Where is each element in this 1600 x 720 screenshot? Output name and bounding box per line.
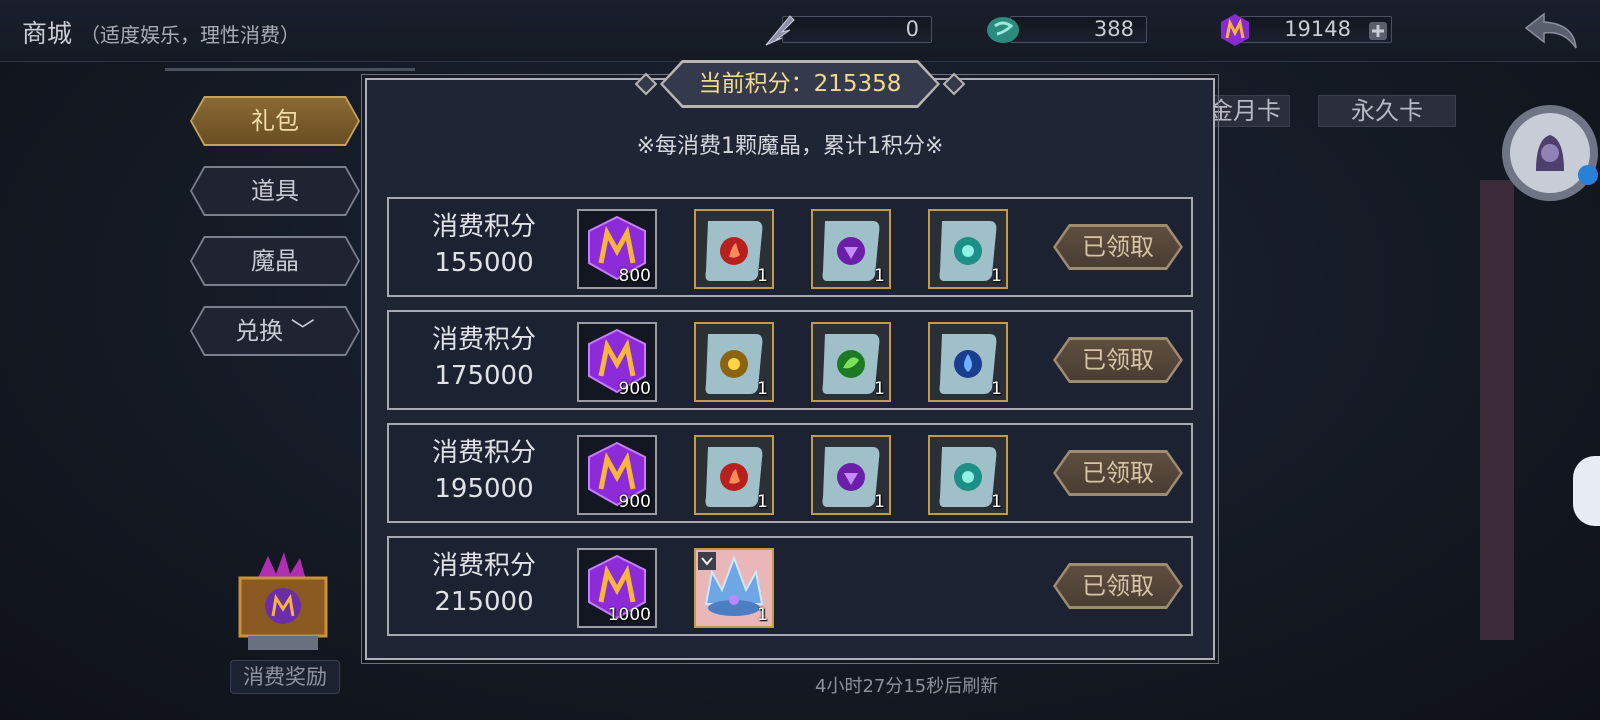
item-qty: 1 xyxy=(757,379,768,399)
avatar-icon xyxy=(1502,105,1598,201)
bonus-chest[interactable] xyxy=(228,548,338,658)
tab-items[interactable]: 道具 xyxy=(190,166,360,216)
orb-currency-icon xyxy=(985,12,1025,48)
reward-row: 消费积分 175000 900 1 1 1 已领取 xyxy=(387,310,1193,410)
item-qty: 900 xyxy=(618,379,651,399)
page-title: 商城 xyxy=(22,19,73,48)
scroll-reward[interactable]: 1 xyxy=(928,435,1008,515)
row-label-title: 消费积分 xyxy=(431,212,536,242)
scroll-reward[interactable]: 1 xyxy=(928,322,1008,402)
current-score: 当前积分：215358 xyxy=(698,71,902,97)
gem-reward[interactable]: 1000 xyxy=(577,548,657,628)
scroll-reward[interactable]: 1 xyxy=(811,435,891,515)
bonus-label[interactable]: 消费奖励 xyxy=(230,660,340,694)
reward-row: 消费积分 195000 900 1 1 1 已领取 xyxy=(387,423,1193,523)
item-qty: 1 xyxy=(757,492,768,512)
feather-currency-icon xyxy=(760,12,800,48)
claimed-label: 已领取 xyxy=(1082,233,1154,261)
tab-permanent-card[interactable]: 永久卡 xyxy=(1318,95,1456,127)
tab-label: 魔晶 xyxy=(251,247,299,275)
side-handle[interactable] xyxy=(1573,456,1600,526)
claimed-button[interactable]: 已领取 xyxy=(1053,450,1183,496)
tab-exchange[interactable]: 兑换 ﹀ xyxy=(190,306,360,356)
rule-text: ※每消费1颗魔晶，累计1积分※ xyxy=(636,134,944,159)
claimed-label: 已领取 xyxy=(1082,346,1154,374)
row-label-title: 消费积分 xyxy=(431,438,536,468)
claimed-button[interactable]: 已领取 xyxy=(1053,224,1183,270)
currency-value: 0 xyxy=(782,16,932,43)
row-label: 消费积分 175000 xyxy=(399,322,569,394)
background-panel xyxy=(1480,180,1514,640)
scroll-reward[interactable]: 1 xyxy=(928,209,1008,289)
page-subtitle: （适度娱乐，理性消费） xyxy=(80,23,300,47)
tab-label: 礼包 xyxy=(251,107,299,135)
tab-label: 兑换 ﹀ xyxy=(235,317,315,345)
gem-reward[interactable]: 900 xyxy=(577,322,657,402)
magic-crystal-icon xyxy=(1215,12,1255,48)
row-label-points: 175000 xyxy=(434,361,534,391)
item-qty: 1000 xyxy=(607,605,651,625)
claimed-label: 已领取 xyxy=(1082,572,1154,600)
tab-crystal[interactable]: 魔晶 xyxy=(190,236,360,286)
gem-reward[interactable]: 800 xyxy=(577,209,657,289)
tab-gift-pack[interactable]: 礼包 xyxy=(190,96,360,146)
claimed-button[interactable]: 已领取 xyxy=(1053,563,1183,609)
avatar-bubble[interactable] xyxy=(1500,103,1600,203)
tab-label: 道具 xyxy=(251,177,299,205)
item-qty: 1 xyxy=(874,379,885,399)
row-label: 消费积分 215000 xyxy=(399,548,569,620)
menu-frame xyxy=(165,68,415,71)
crown-reward[interactable]: 1 xyxy=(694,548,774,628)
row-label-points: 215000 xyxy=(434,587,534,617)
currency-orb: 388 xyxy=(985,12,1150,46)
scroll-reward[interactable]: 1 xyxy=(694,209,774,289)
currency-crystal: 19148 xyxy=(1215,12,1395,46)
refresh-timer: 4小时27分15秒后刷新 xyxy=(815,676,999,697)
treasure-chest-icon xyxy=(238,552,328,650)
score-banner: 当前积分：215358 xyxy=(634,60,966,108)
reward-row: 消费积分 155000 800 1 1 1 已领取 xyxy=(387,197,1193,297)
row-label-title: 消费积分 xyxy=(431,551,536,581)
scroll-reward[interactable]: 1 xyxy=(694,322,774,402)
currency-feather: 0 xyxy=(760,12,935,46)
scroll-reward[interactable]: 1 xyxy=(694,435,774,515)
item-qty: 1 xyxy=(874,492,885,512)
plus-icon xyxy=(1369,22,1387,40)
scroll-reward[interactable]: 1 xyxy=(811,322,891,402)
row-label: 消费积分 195000 xyxy=(399,435,569,507)
item-qty: 1 xyxy=(991,492,1002,512)
item-qty: 1 xyxy=(991,266,1002,286)
back-arrow-icon xyxy=(1524,12,1577,49)
item-qty: 1 xyxy=(874,266,885,286)
claimed-button[interactable]: 已领取 xyxy=(1053,337,1183,383)
item-qty: 1 xyxy=(991,379,1002,399)
row-label-points: 195000 xyxy=(434,474,534,504)
scroll-reward[interactable]: 1 xyxy=(811,209,891,289)
currency-value: 388 xyxy=(1010,16,1147,43)
item-qty: 1 xyxy=(757,605,768,625)
gem-reward[interactable]: 900 xyxy=(577,435,657,515)
row-label-points: 155000 xyxy=(434,248,534,278)
item-qty: 1 xyxy=(757,266,768,286)
back-button[interactable] xyxy=(1518,8,1588,54)
item-qty: 900 xyxy=(618,492,651,512)
reward-row: 消费积分 215000 1000 1 已领取 xyxy=(387,536,1193,636)
add-crystal-button[interactable] xyxy=(1367,20,1389,42)
item-qty: 800 xyxy=(618,266,651,286)
claimed-label: 已领取 xyxy=(1082,459,1154,487)
row-label: 消费积分 155000 xyxy=(399,209,569,281)
row-label-title: 消费积分 xyxy=(431,325,536,355)
